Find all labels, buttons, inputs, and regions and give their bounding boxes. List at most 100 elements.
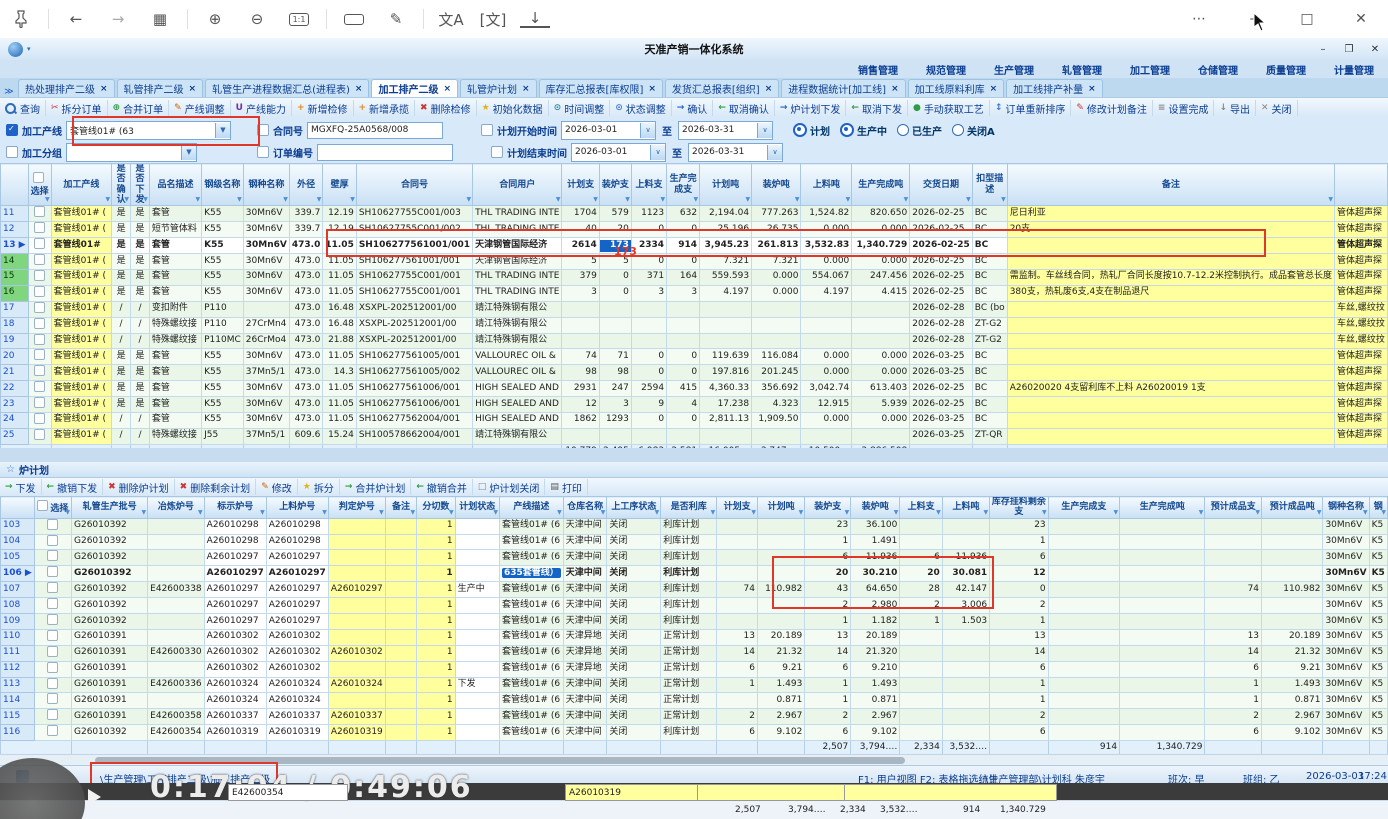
row-checkbox[interactable] xyxy=(47,709,58,720)
column-header-上料吨[interactable]: 上料吨▼ xyxy=(801,164,852,206)
filter-icon[interactable]: ▼ xyxy=(350,197,355,204)
plan-start-checkbox[interactable] xyxy=(481,124,493,136)
column-header-合同用户[interactable]: 合同用户▼ xyxy=(473,164,562,206)
column-header-计划状态[interactable]: 计划状态▼ xyxy=(455,497,499,519)
menu-item-仓储管理[interactable]: 仓储管理 xyxy=(1198,62,1238,77)
row-checkbox[interactable] xyxy=(34,381,45,392)
toolbar-button-打印[interactable]: ▤打印 xyxy=(545,479,588,495)
filter-icon[interactable]: ▼ xyxy=(966,197,971,204)
scrollbar-thumb[interactable] xyxy=(95,757,905,764)
row-checkbox[interactable] xyxy=(47,519,58,530)
column-header-外径[interactable]: 外径▼ xyxy=(289,164,322,206)
column-header-计划支[interactable]: 计划支▼ xyxy=(717,497,758,519)
edit-icon[interactable]: ✎ xyxy=(381,7,411,31)
row-checkbox[interactable] xyxy=(34,206,45,217)
column-header-冶炼炉号[interactable]: 冶炼炉号▼ xyxy=(148,497,205,519)
select-all-checkbox[interactable] xyxy=(33,172,44,183)
row-number[interactable]: 103 xyxy=(1,518,35,534)
table-row[interactable]: 110G26010391A26010302A260103021套管线01# (6… xyxy=(1,629,1388,645)
toolbar-button-炉计划关闭[interactable]: □炉计划关闭 xyxy=(473,479,546,495)
toolbar-button-确认[interactable]: →确认 xyxy=(672,100,714,116)
chevron-down-icon[interactable]: ∨ xyxy=(757,123,772,138)
select-all-checkbox[interactable] xyxy=(37,500,48,511)
tab-加工线排产补量[interactable]: 加工线排产补量× xyxy=(1006,79,1103,97)
column-header-交货日期[interactable]: 交货日期▼ xyxy=(910,164,973,206)
filter-icon[interactable]: ▼ xyxy=(984,510,989,517)
filter-icon[interactable]: ▼ xyxy=(379,510,384,517)
filter-icon[interactable]: ▼ xyxy=(894,510,899,517)
table-row[interactable]: 19套管线01# (//特殊螺纹接P110MC26CrMo4473.021.88… xyxy=(1,333,1388,349)
row-number[interactable]: 114 xyxy=(1,693,35,709)
zoom-in-icon[interactable]: ⊕ xyxy=(200,7,230,31)
line-filter-combo[interactable]: 套管线01# (63 ▼ xyxy=(66,121,231,140)
row-checkbox[interactable] xyxy=(47,598,58,609)
ocr-icon[interactable]: [文] xyxy=(478,7,508,31)
menu-item-生产管理[interactable]: 生产管理 xyxy=(994,62,1034,77)
menu-item-质量管理[interactable]: 质量管理 xyxy=(1266,62,1306,77)
row-checkbox[interactable] xyxy=(34,238,45,249)
toolbar-button-取消确认[interactable]: ←取消确认 xyxy=(713,100,775,116)
column-header-上料炉号[interactable]: 上料炉号▼ xyxy=(266,497,328,519)
row-number[interactable]: 116 xyxy=(1,725,35,741)
toolbar-button-删除剩余计划[interactable]: ✖删除剩余计划 xyxy=(175,479,257,495)
tab-加工排产二级[interactable]: 加工排产二级× xyxy=(371,79,458,97)
toolbar-button-炉计划下发[interactable]: →炉计划下发 xyxy=(775,100,847,116)
row-checkbox[interactable] xyxy=(47,630,58,641)
table-row[interactable]: 105G26010392A26010297A260102971套管线01# (6… xyxy=(1,550,1388,566)
column-header-生产完成吨[interactable]: 生产完成吨▼ xyxy=(1120,497,1205,519)
column-header-是否确认[interactable]: 是否确认▼ xyxy=(112,164,131,206)
table-row[interactable]: 103G26010392A26010298A260102981套管线01# (6… xyxy=(1,518,1388,534)
actual-size-icon[interactable]: 1:1 xyxy=(284,7,314,31)
toolbar-button-新增承揽[interactable]: +新增承揽 xyxy=(354,100,416,116)
grid-icon[interactable]: ▦ xyxy=(145,7,175,31)
row-checkbox[interactable] xyxy=(47,582,58,593)
filter-icon[interactable]: ▼ xyxy=(466,197,471,204)
order-filter-checkbox[interactable] xyxy=(257,146,269,158)
toolbar-button-订单重新排序[interactable]: ↕订单重新排序 xyxy=(990,100,1072,116)
table-row[interactable]: 112G26010391A26010302A260103021套管线01# (6… xyxy=(1,661,1388,677)
table-row[interactable]: 113G26010391E42600336A26010324A26010324A… xyxy=(1,677,1388,693)
app-minimize-button[interactable]: – xyxy=(1310,44,1336,55)
column-header-备注[interactable]: 备注▼ xyxy=(1007,164,1334,206)
row-number[interactable]: 15 xyxy=(1,269,29,285)
tab-close-icon[interactable]: × xyxy=(1088,84,1096,94)
filter-icon[interactable]: ▼ xyxy=(655,510,660,517)
row-checkbox[interactable] xyxy=(34,429,45,440)
column-header-选择[interactable]: 选择▼ xyxy=(28,164,51,206)
toolbar-button-查询[interactable]: 查询 xyxy=(0,100,46,116)
toolbar-button-撤销合并[interactable]: ←撤销合并 xyxy=(411,479,473,495)
row-number[interactable]: 107 xyxy=(1,582,35,598)
toolbar-button-合并炉计划[interactable]: →合并炉计划 xyxy=(340,479,412,495)
menu-item-轧管管理[interactable]: 轧管管理 xyxy=(1062,62,1102,77)
filter-icon[interactable]: ▼ xyxy=(322,510,327,517)
filter-icon[interactable]: ▼ xyxy=(1113,510,1118,517)
filter-icon[interactable]: ▼ xyxy=(1363,510,1368,517)
row-checkbox[interactable] xyxy=(34,318,45,329)
maximize-button[interactable]: □ xyxy=(1292,7,1322,31)
row-number[interactable]: 18 xyxy=(1,317,29,333)
app-restore-button[interactable]: ❐ xyxy=(1336,44,1362,55)
line-filter-checkbox[interactable] xyxy=(6,124,18,136)
row-number[interactable]: 105 xyxy=(1,550,35,566)
row-checkbox[interactable] xyxy=(34,365,45,376)
column-header-选择[interactable]: 选择▼ xyxy=(34,497,71,519)
table-row[interactable]: 16套管线01# (是是套管K5530Mn6V473.011.05SH10627… xyxy=(1,285,1388,301)
row-number[interactable]: 14 xyxy=(1,254,29,270)
column-header-装炉支[interactable]: 装炉支▼ xyxy=(805,497,851,519)
filter-icon[interactable]: ▼ xyxy=(625,197,630,204)
column-header-品名描述[interactable]: 品名描述▼ xyxy=(149,164,201,206)
group-filter-combo[interactable]: ▼ xyxy=(66,143,197,162)
order-input[interactable] xyxy=(317,144,453,161)
column-header-生产完成支[interactable]: 生产完成支▼ xyxy=(667,164,700,206)
filter-icon[interactable]: ▼ xyxy=(936,510,941,517)
filter-icon[interactable]: ▼ xyxy=(1001,197,1006,204)
filter-icon[interactable]: ▼ xyxy=(711,510,716,517)
table-row[interactable]: 12套管线01# (是是短节管体料K5530Mn6V339.712.19SH10… xyxy=(1,222,1388,238)
row-number[interactable]: 115 xyxy=(1,709,35,725)
filter-icon[interactable]: ▼ xyxy=(45,197,50,204)
row-number[interactable]: 13 ▶ xyxy=(1,238,29,254)
toolbar-button-撤销下发[interactable]: ←撤销下发 xyxy=(42,479,104,495)
table-row[interactable]: 107G26010392E42600338A26010297A26010297A… xyxy=(1,582,1388,598)
table-row[interactable]: 25套管线01# (//特殊螺纹接J5537Mn5/1609.615.24SH1… xyxy=(1,428,1388,444)
radio-计划[interactable]: 计划 xyxy=(793,123,830,138)
